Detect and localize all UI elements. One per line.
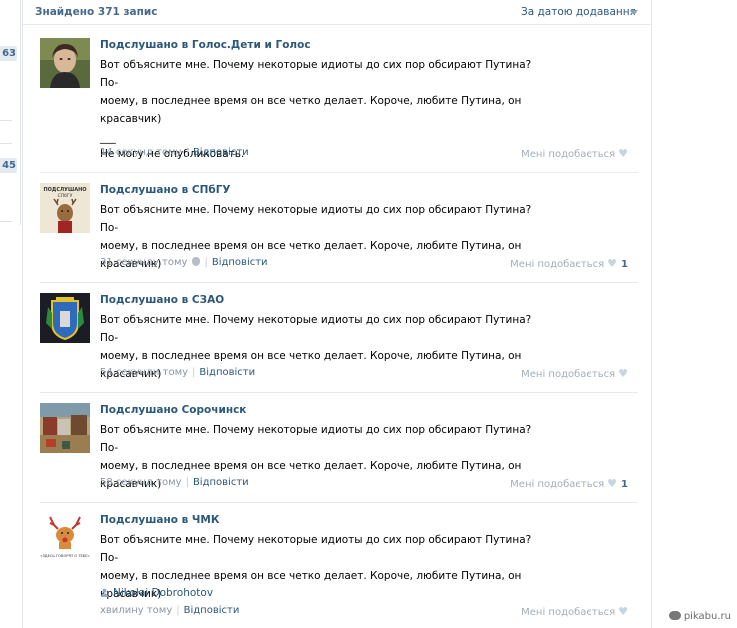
search-results-panel: Знайдено 371 запис За датою додавання По… — [22, 0, 652, 628]
post-meta: 54 секунди тому | Відповісти — [100, 367, 256, 378]
post-text-line: Вот объясните мне. Почему некоторые идио… — [100, 424, 532, 454]
post-text-line: моему, в последнее время он все четко де… — [100, 460, 522, 472]
user-icon — [100, 588, 109, 597]
watermark: pikabu.ru — [668, 611, 731, 622]
post-text-line: моему, в последнее время он все четко де… — [100, 570, 522, 582]
post-text-line: Вот объясните мне. Почему некоторые идио… — [100, 314, 532, 344]
chevron-down-icon[interactable] — [630, 10, 638, 15]
post-author-link[interactable]: Подслушано в Голос.Дети и Голос — [100, 39, 311, 51]
post-timestamp[interactable]: 58 секунд тому — [100, 477, 182, 488]
heart-icon: ♥ — [618, 367, 628, 380]
group-avatar[interactable]: «ЗДЕСЬ ГОВОРЯТ О ТЕБЕ» — [40, 513, 90, 563]
post-divider — [40, 282, 638, 283]
reply-link[interactable]: Відповісти — [193, 147, 249, 158]
group-avatar[interactable] — [40, 293, 90, 343]
post-text-line: моему, в последнее время он все четко де… — [100, 350, 522, 362]
like-label: Мені подобається — [510, 259, 605, 270]
post-author-link[interactable]: Подслушано в СЗАО — [100, 294, 224, 306]
sidebar-count-badge[interactable]: 63 — [0, 46, 17, 61]
like-button[interactable]: Мені подобається ♥ — [521, 147, 628, 160]
post-divider — [40, 392, 638, 393]
post-divider — [40, 172, 638, 173]
sidebar-divider — [0, 120, 12, 121]
heart-icon: ♥ — [607, 257, 618, 270]
post-text-line: моему, в последнее время он все четко де… — [100, 95, 522, 107]
results-count: Знайдено 371 запис — [35, 6, 158, 18]
sidebar-border — [20, 0, 21, 225]
post-timestamp[interactable]: 14 секунд тому — [100, 147, 182, 158]
signer-name[interactable]: Nikolai Dobrohotov — [113, 587, 213, 599]
left-sidebar-strip: 63 45 — [0, 0, 22, 628]
reply-link[interactable]: Відповісти — [212, 257, 268, 268]
sidebar-count-badge[interactable]: 45 — [0, 158, 17, 173]
like-label: Мені подобається — [521, 607, 616, 618]
results-header: Знайдено 371 запис За датою додавання — [23, 0, 651, 25]
like-button[interactable]: Мені подобається ♥ — [521, 367, 628, 380]
watermark-text: pikabu.ru — [683, 611, 731, 622]
post-author-link[interactable]: Подслушано Сорочинск — [100, 404, 246, 416]
post-text-line: моему, в последнее время он все четко де… — [100, 240, 522, 252]
reply-link[interactable]: Відповісти — [193, 477, 249, 488]
group-avatar[interactable] — [40, 38, 90, 88]
like-label: Мені подобається — [510, 479, 605, 490]
sort-dropdown[interactable]: За датою додавання — [521, 6, 636, 18]
post-author-link[interactable]: Подслушано в ЧМК — [100, 514, 219, 526]
post-text-line: ___ — [100, 132, 116, 144]
post-timestamp[interactable]: хвилину тому — [100, 605, 172, 616]
post-meta: 31 секунду тому | Відповісти — [100, 257, 268, 268]
like-button[interactable]: Мені подобається ♥ 1 — [510, 257, 628, 270]
group-avatar[interactable]: ПОДСЛУШАНО СПбГУ — [40, 183, 90, 233]
post-divider — [40, 502, 638, 503]
svg-text:СПбГУ: СПбГУ — [58, 193, 73, 199]
like-count: 1 — [621, 479, 628, 490]
post-text-line: красавчик) — [100, 113, 162, 125]
like-button[interactable]: Мені подобається ♥ 1 — [510, 477, 628, 490]
post-timestamp[interactable]: 31 секунду тому — [100, 257, 187, 268]
like-button[interactable]: Мені подобається ♥ — [521, 605, 628, 618]
sidebar-divider — [0, 221, 12, 222]
post-text-line: Вот объясните мне. Почему некоторые идио… — [100, 59, 532, 89]
post-meta: 58 секунд тому | Відповісти — [100, 477, 249, 488]
sidebar-divider — [0, 143, 12, 144]
post-meta: хвилину тому | Відповісти — [100, 605, 240, 616]
post-author-link[interactable]: Подслушано в СПбГУ — [100, 184, 231, 196]
post-timestamp[interactable]: 54 секунди тому — [100, 367, 188, 378]
post-signer[interactable]: Nikolai Dobrohotov — [100, 587, 213, 599]
pikabu-logo-icon — [668, 611, 681, 620]
post-text-line: Вот объясните мне. Почему некоторые идио… — [100, 534, 532, 564]
post-meta: 14 секунд тому | Відповісти — [100, 147, 249, 158]
like-count: 1 — [621, 259, 628, 270]
reply-link[interactable]: Відповісти — [184, 605, 240, 616]
group-avatar[interactable] — [40, 403, 90, 453]
apple-icon — [192, 257, 201, 266]
heart-icon: ♥ — [618, 605, 628, 618]
like-label: Мені подобається — [521, 149, 616, 160]
like-label: Мені подобається — [521, 369, 616, 380]
svg-text:«ЗДЕСЬ ГОВОРЯТ О ТЕБЕ»: «ЗДЕСЬ ГОВОРЯТ О ТЕБЕ» — [40, 554, 89, 558]
reply-link[interactable]: Відповісти — [199, 367, 255, 378]
svg-text:ПОДСЛУШАНО: ПОДСЛУШАНО — [43, 187, 86, 193]
heart-icon: ♥ — [607, 477, 618, 490]
heart-icon: ♥ — [618, 147, 628, 160]
post-text-line: Вот объясните мне. Почему некоторые идио… — [100, 204, 532, 234]
